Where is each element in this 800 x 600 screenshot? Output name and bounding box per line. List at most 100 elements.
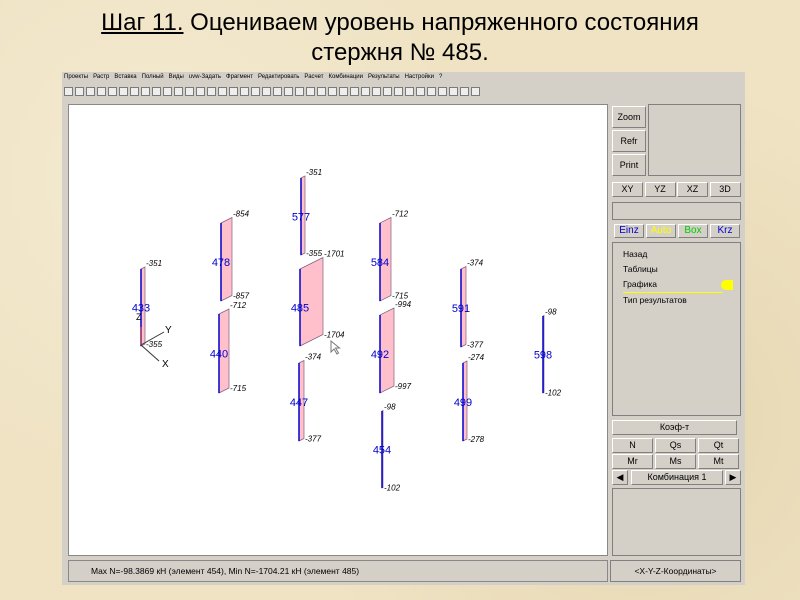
- toolbar-button-icon[interactable]: [405, 86, 414, 96]
- top-value-label: -98: [384, 403, 396, 412]
- print-button[interactable]: Print: [612, 154, 646, 176]
- force-qt-button[interactable]: Qt: [698, 438, 739, 453]
- toolbar-button-icon[interactable]: [141, 86, 150, 96]
- force-qs-button[interactable]: Qs: [655, 438, 696, 453]
- bottom-value-label: -102: [384, 484, 401, 493]
- menu-item[interactable]: Полный: [142, 74, 164, 80]
- toolbar-button-icon[interactable]: [108, 86, 117, 96]
- force-ms-button[interactable]: Ms: [655, 454, 696, 469]
- toolbar-button-icon[interactable]: [75, 86, 84, 96]
- menu-item[interactable]: uvw-Задать: [189, 74, 221, 80]
- toolbar-button-icon[interactable]: [317, 86, 326, 96]
- selected-marker-icon: [721, 280, 733, 290]
- status-bar: Max N=-98.3869 кН (элемент 454), Min N=-…: [68, 560, 608, 582]
- member-id-label: 598: [534, 350, 552, 362]
- view-yz-button[interactable]: YZ: [644, 182, 676, 197]
- result-menu-item[interactable]: Назад: [623, 247, 740, 262]
- x-axis-label: X: [162, 359, 169, 370]
- menu-item[interactable]: Вставка: [114, 74, 136, 80]
- toolbar-button-icon[interactable]: [383, 86, 392, 96]
- toolbar-button-icon[interactable]: [427, 86, 436, 96]
- toolbar-button-icon[interactable]: [152, 86, 161, 96]
- toolbar-button-icon[interactable]: [350, 86, 359, 96]
- top-value-label: -98: [545, 308, 557, 317]
- toolbar-button-icon[interactable]: [438, 86, 447, 96]
- toolbar-button-icon[interactable]: [185, 86, 194, 96]
- bottom-value-label: -377: [467, 341, 484, 350]
- mode-krz-button[interactable]: Krz: [710, 224, 740, 238]
- next-combination-button[interactable]: ▶: [725, 470, 741, 485]
- force-mr-button[interactable]: Mr: [612, 454, 653, 469]
- toolbar-button-icon[interactable]: [372, 86, 381, 96]
- app-window: Проекты Растр Вставка Полный Виды uvw-Задать Ф…: [62, 72, 745, 585]
- view-3d-button[interactable]: 3D: [709, 182, 741, 197]
- top-value-label: -994: [395, 300, 412, 309]
- toolbar-button-icon[interactable]: [207, 86, 216, 96]
- bottom-value-label: -355: [146, 340, 163, 349]
- refr-button[interactable]: Refr: [612, 130, 646, 152]
- bottom-value-label: -715: [230, 384, 247, 393]
- member-id-label: 478: [212, 257, 230, 269]
- menu-item[interactable]: Редактировать: [258, 74, 299, 80]
- member-id-label: 454: [373, 445, 391, 457]
- toolbar-button-icon[interactable]: [460, 86, 469, 96]
- toolbar-button-icon[interactable]: [240, 86, 249, 96]
- bottom-value-label: -278: [468, 435, 485, 444]
- toolbar-button-icon[interactable]: [251, 86, 260, 96]
- menu-item[interactable]: Настройки: [405, 74, 434, 80]
- toolbar-button-icon[interactable]: [64, 86, 73, 96]
- toolbar-button-icon[interactable]: [394, 86, 403, 96]
- menu-item[interactable]: Виды: [169, 74, 184, 80]
- z-axis-label: Z: [136, 312, 142, 322]
- koef-button[interactable]: Коэф-т: [612, 420, 737, 435]
- graphics-canvas[interactable]: -351 -355 433 -854 -857 478 -712 -715 440 -351 -35…: [68, 104, 608, 556]
- menu-item[interactable]: Проекты: [64, 74, 88, 80]
- toolbar-button-icon[interactable]: [262, 86, 271, 96]
- toolbar-button-icon[interactable]: [218, 86, 227, 96]
- menu-item[interactable]: Результаты: [368, 74, 400, 80]
- menu-item[interactable]: ?: [439, 74, 442, 80]
- toolbar-button-icon[interactable]: [361, 86, 370, 96]
- toolbar-button-icon[interactable]: [306, 86, 315, 96]
- top-value-label: -374: [467, 259, 484, 268]
- prev-combination-button[interactable]: ◀: [612, 470, 628, 485]
- toolbar-button-icon[interactable]: [449, 86, 458, 96]
- result-menu-item[interactable]: Графика: [623, 277, 733, 293]
- top-value-label: -854: [233, 210, 250, 219]
- toolbar-button-icon[interactable]: [196, 86, 205, 96]
- toolbar-button-icon[interactable]: [119, 86, 128, 96]
- bottom-value-label: -355: [306, 249, 323, 258]
- toolbar-button-icon[interactable]: [163, 86, 172, 96]
- force-n-button[interactable]: N: [612, 438, 653, 453]
- toolbar-button-icon[interactable]: [284, 86, 293, 96]
- result-menu-item[interactable]: Таблицы: [623, 262, 740, 277]
- toolbar-button-icon[interactable]: [97, 86, 106, 96]
- toolbar-button-icon[interactable]: [416, 86, 425, 96]
- toolbar-button-icon[interactable]: [471, 86, 480, 96]
- toolbar-button-icon[interactable]: [273, 86, 282, 96]
- toolbar-button-icon[interactable]: [86, 86, 95, 96]
- toolbar-button-icon[interactable]: [130, 86, 139, 96]
- menu-item[interactable]: Растр: [93, 74, 109, 80]
- force-mt-button[interactable]: Mt: [698, 454, 739, 469]
- bottom-value-label: -997: [395, 382, 412, 391]
- toolbar-button-icon[interactable]: [229, 86, 238, 96]
- mode-einz-button[interactable]: Einz: [614, 224, 644, 238]
- toolbar-button-icon[interactable]: [295, 86, 304, 96]
- mode-box-button[interactable]: Box: [678, 224, 708, 238]
- result-menu-item[interactable]: Тип результатов: [623, 293, 740, 308]
- toolbar-button-icon[interactable]: [339, 86, 348, 96]
- menu-item[interactable]: Комбинации: [329, 74, 363, 80]
- view-xy-button[interactable]: XY: [612, 182, 643, 197]
- result-menu: Назад Таблицы Графика Тип результатов: [612, 242, 741, 416]
- menu-item[interactable]: Фрагмент: [226, 74, 253, 80]
- toolbar-button-icon[interactable]: [174, 86, 183, 96]
- mode-auto-button[interactable]: Auto: [646, 224, 676, 238]
- zoom-button[interactable]: Zoom: [612, 106, 646, 128]
- combination-selector[interactable]: Комбинация 1: [631, 470, 723, 485]
- top-value-label: -1701: [324, 250, 344, 259]
- toolbar-button-icon[interactable]: [328, 86, 337, 96]
- menu-item[interactable]: Расчет: [304, 74, 323, 80]
- member-id-label: 591: [452, 303, 470, 315]
- view-xz-button[interactable]: XZ: [677, 182, 708, 197]
